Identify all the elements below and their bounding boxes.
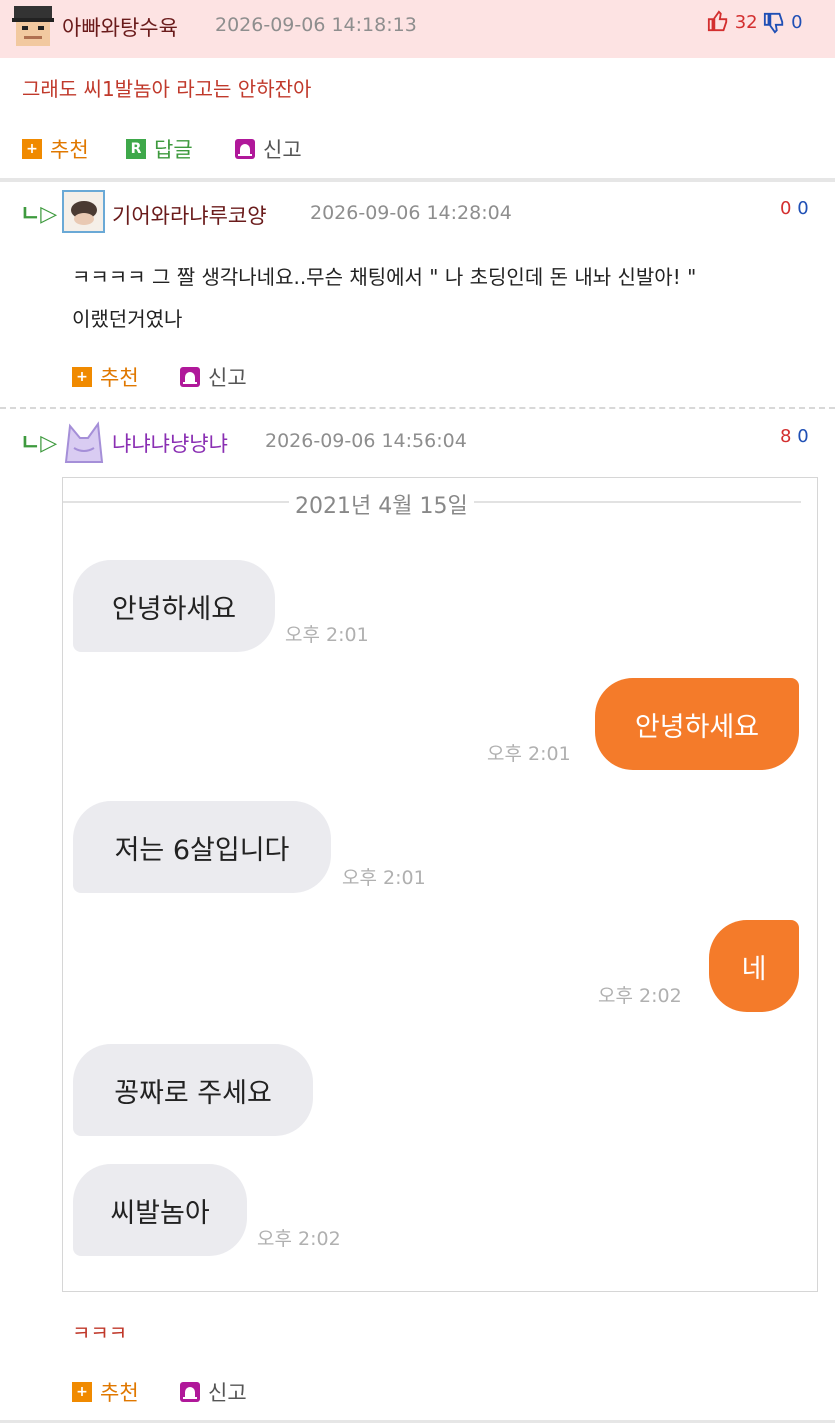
avatar[interactable] [10, 4, 56, 50]
divider [0, 178, 835, 182]
reply-arrow-icon: ㄴ▷ [20, 431, 58, 456]
report-label: 신고 [263, 138, 302, 162]
recommend-label: 추천 [100, 366, 139, 390]
chat-bubble-received: 저는 6살입니다 [73, 801, 331, 893]
plus-icon: + [72, 367, 92, 387]
report-button[interactable]: 신고 [235, 134, 302, 164]
report-button[interactable]: 신고 [180, 362, 247, 392]
downvote-count: 0 [797, 426, 809, 447]
upvote-count: 32 [734, 12, 758, 33]
recommend-button[interactable]: + 추천 [72, 1377, 139, 1407]
chat-time: 오후 2:02 [257, 1228, 341, 1250]
username[interactable]: 아빠와탕수육 [62, 12, 178, 42]
vote-counts: 32 0 [707, 10, 803, 34]
vote-counts: 0 0 [780, 198, 809, 219]
plus-icon: + [72, 1382, 92, 1402]
siren-icon [180, 1382, 200, 1402]
siren-icon [180, 367, 200, 387]
avatar[interactable] [62, 418, 106, 464]
timestamp: 2026-09-06 14:56:04 [265, 430, 467, 452]
chat-screenshot[interactable]: 2021년 4월 15일 안녕하세요 오후 2:01 안녕하세요 오후 2:01… [62, 477, 818, 1292]
recommend-label: 추천 [100, 1381, 139, 1405]
reply-label: 답글 [154, 138, 193, 162]
username[interactable]: 기어와라냐루코양 [112, 200, 267, 230]
recommend-button[interactable]: + 추천 [22, 134, 89, 164]
chat-time: 오후 2:01 [487, 743, 571, 765]
divider [0, 1420, 835, 1423]
comment-text: ㅋㅋㅋ [72, 1321, 128, 1345]
chat-bubble-sent: 안녕하세요 [595, 678, 799, 770]
downvote-count: 0 [797, 198, 809, 219]
recommend-button[interactable]: + 추천 [72, 362, 139, 392]
reply-arrow-icon: ㄴ▷ [20, 202, 58, 227]
chat-bubble-received: 꽁짜로 주세요 [73, 1044, 313, 1136]
username[interactable]: 냐냐냐냥냥냐 [112, 428, 228, 458]
report-label: 신고 [208, 366, 247, 390]
comment-text: 이랬던거였나 [72, 307, 183, 331]
downvote-count: 0 [791, 12, 803, 33]
timestamp: 2026-09-06 14:28:04 [310, 202, 512, 224]
siren-icon [235, 139, 255, 159]
vote-counts: 8 0 [780, 426, 809, 447]
reply-icon: R [126, 139, 146, 159]
plus-icon: + [22, 139, 42, 159]
comment-text: 그래도 씨1발놈아 라고는 안하잔아 [22, 77, 312, 101]
comment-text: ㅋㅋㅋㅋ 그 짤 생각나네요..무슨 채팅에서 " 나 초딩인데 돈 내놔 신발… [72, 265, 697, 289]
recommend-label: 추천 [50, 138, 89, 162]
chat-bubble-received: 안녕하세요 [73, 560, 275, 652]
chat-time: 오후 2:02 [598, 985, 682, 1007]
thumbs-down-icon[interactable] [763, 12, 791, 34]
avatar[interactable] [62, 190, 105, 233]
upvote-count: 0 [780, 198, 792, 219]
chat-bubble-received: 씨발놈아 [73, 1164, 247, 1256]
divider [0, 407, 835, 409]
upvote-count: 8 [780, 426, 792, 447]
chat-time: 오후 2:01 [342, 867, 426, 889]
timestamp: 2026-09-06 14:18:13 [215, 14, 417, 36]
chat-date: 2021년 4월 15일 [289, 488, 474, 520]
report-label: 신고 [208, 1381, 247, 1405]
reply-button[interactable]: R 답글 [126, 134, 193, 164]
report-button[interactable]: 신고 [180, 1377, 247, 1407]
chat-bubble-sent: 네 [709, 920, 799, 1012]
thumbs-up-icon[interactable] [707, 10, 735, 33]
chat-time: 오후 2:01 [285, 624, 369, 646]
